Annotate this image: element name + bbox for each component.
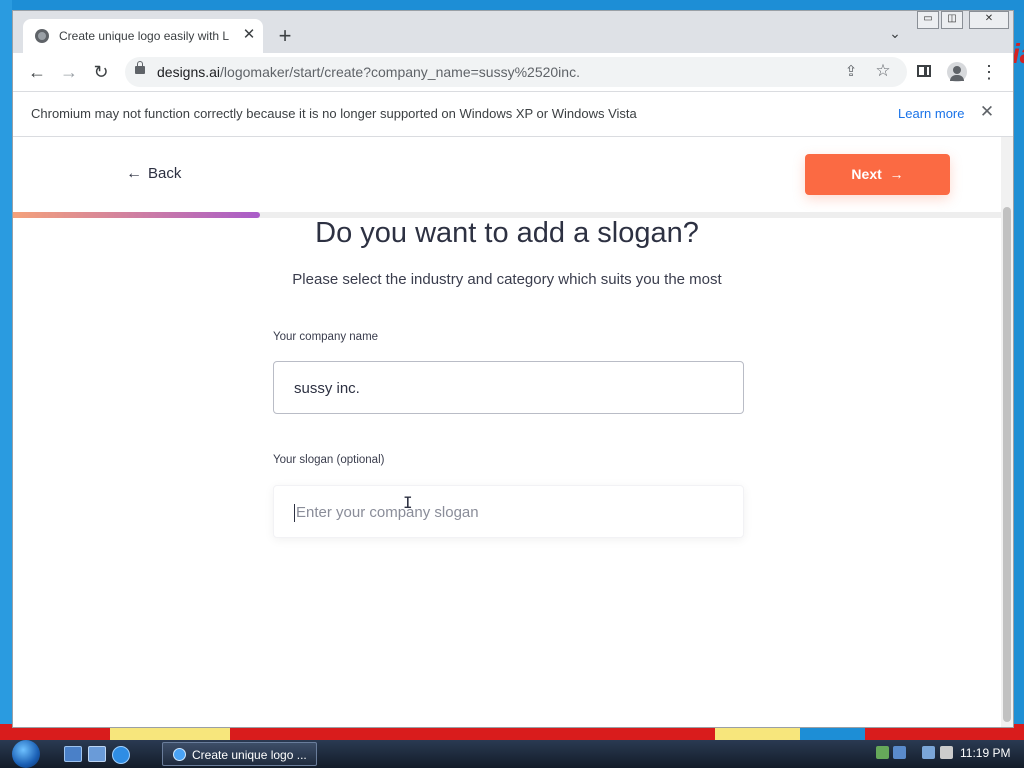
- url-path: /logomaker/start/create?company_name=sus…: [220, 64, 580, 80]
- share-icon[interactable]: ⇪: [841, 62, 861, 82]
- tray-volume-muted-icon[interactable]: [940, 746, 953, 759]
- reload-button[interactable]: ↻: [89, 61, 113, 83]
- page-scrollbar[interactable]: [1001, 137, 1013, 727]
- new-tab-button[interactable]: +: [273, 25, 297, 49]
- minimize-button[interactable]: ▭: [917, 11, 939, 29]
- scrollbar-thumb[interactable]: [1003, 207, 1011, 722]
- url-domain: designs.ai: [157, 64, 221, 80]
- back-button[interactable]: ← Back: [126, 165, 181, 183]
- desktop-background-left: [0, 0, 12, 740]
- page-subtitle: Please select the industry and category …: [292, 271, 722, 288]
- maximize-button[interactable]: ◫: [941, 11, 963, 29]
- browser-toolbar: ← → ↻ designs.ai/logomaker/start/create?…: [13, 53, 1013, 91]
- company-name-label: Your company name: [273, 331, 379, 343]
- browser-tab[interactable]: Create unique logo easily with Lo ✕: [23, 19, 263, 53]
- back-nav-button[interactable]: ←: [25, 61, 49, 83]
- side-panel-icon[interactable]: [917, 65, 931, 77]
- profile-avatar[interactable]: [947, 62, 967, 82]
- tab-search-button[interactable]: ⌄: [885, 25, 905, 45]
- tab-title: Create unique logo easily with Lo: [59, 29, 229, 43]
- slogan-input[interactable]: Enter your company slogan: [273, 485, 744, 538]
- slogan-placeholder: Enter your company slogan: [296, 504, 479, 521]
- page-title: Do you want to add a slogan?: [315, 217, 699, 249]
- forward-nav-button[interactable]: →: [57, 61, 81, 83]
- taskbar-clock[interactable]: 11:19 PM: [960, 746, 1010, 760]
- tab-strip: Create unique logo easily with Lo ✕ + ⌄ …: [13, 11, 1013, 53]
- tab-close-button[interactable]: ✕: [239, 25, 259, 45]
- taskbar-item-label: Create unique logo ...: [192, 748, 307, 762]
- taskbar-browser-item[interactable]: Create unique logo ...: [162, 742, 317, 766]
- next-label: Next: [851, 166, 882, 182]
- chromium-icon: [173, 748, 186, 761]
- windows-orb-icon: [12, 740, 40, 768]
- arrow-left-icon: ←: [126, 165, 142, 182]
- infobar-close-button[interactable]: ✕: [977, 101, 997, 121]
- unsupported-os-infobar: Chromium may not function correctly beca…: [13, 91, 1013, 137]
- page-content: ← Back Next → Do you want to add a slogan…: [13, 137, 1001, 727]
- lock-icon[interactable]: [135, 61, 145, 74]
- learn-more-link[interactable]: Learn more: [898, 106, 964, 121]
- next-button[interactable]: Next →: [805, 154, 950, 195]
- text-caret: [294, 504, 295, 523]
- bookmark-star-icon[interactable]: ☆: [873, 61, 893, 81]
- back-label: Back: [148, 165, 182, 182]
- globe-icon: [35, 29, 49, 43]
- tray-display-icon[interactable]: [922, 746, 935, 759]
- company-name-input[interactable]: sussy inc.: [273, 361, 744, 414]
- browser-menu-button[interactable]: ⋮: [979, 61, 999, 83]
- windows-taskbar: Create unique logo ... 11:19 PM: [0, 740, 1024, 768]
- internet-explorer-icon[interactable]: [112, 746, 130, 764]
- start-button[interactable]: [8, 740, 48, 768]
- switch-windows-icon[interactable]: [88, 746, 106, 762]
- infobar-message: Chromium may not function correctly beca…: [31, 106, 637, 121]
- address-url[interactable]: designs.ai/logomaker/start/create?compan…: [157, 64, 580, 80]
- arrow-right-icon: →: [885, 166, 904, 182]
- tray-network-icon[interactable]: [893, 746, 906, 759]
- show-desktop-icon[interactable]: [64, 746, 82, 762]
- browser-window: Create unique logo easily with Lo ✕ + ⌄ …: [12, 10, 1014, 728]
- tray-app-icon[interactable]: [876, 746, 889, 759]
- ibeam-cursor-icon: I: [403, 493, 413, 512]
- address-bar[interactable]: designs.ai/logomaker/start/create?compan…: [125, 57, 907, 87]
- window-close-button[interactable]: ✕: [969, 11, 1009, 29]
- slogan-label: Your slogan (optional): [273, 454, 385, 466]
